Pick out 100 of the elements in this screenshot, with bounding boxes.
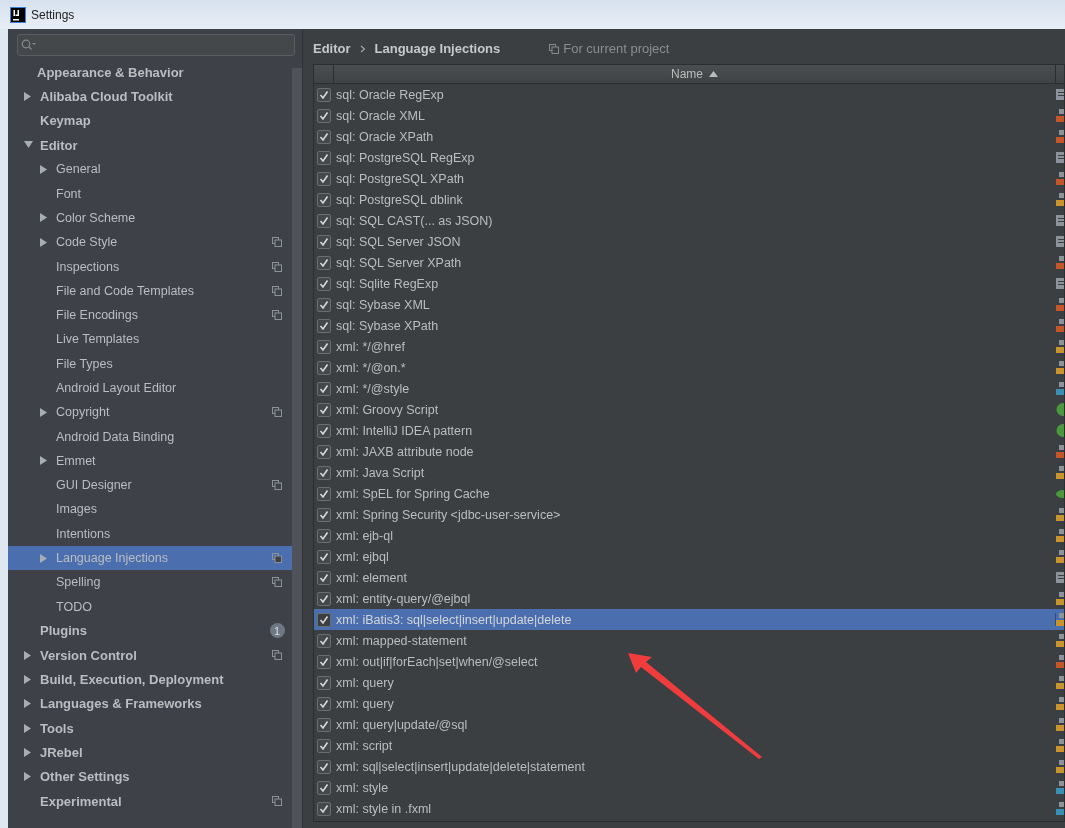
tree-item[interactable]: Keymap	[8, 108, 292, 133]
checkbox[interactable]	[316, 486, 331, 501]
checkbox[interactable]	[316, 213, 331, 228]
table-row[interactable]: sql: SQL Server XPath	[314, 252, 1064, 273]
checkbox[interactable]	[316, 297, 331, 312]
tree-item[interactable]: Spelling	[8, 570, 292, 595]
checkbox[interactable]	[316, 738, 331, 753]
tree-item[interactable]: Languages & Frameworks	[8, 691, 292, 716]
collapsed-arrow-icon[interactable]	[24, 699, 32, 709]
tree-item[interactable]: Plugins 1	[8, 618, 292, 644]
table-row[interactable]: sql: PostgreSQL RegExp	[314, 147, 1064, 168]
checkbox[interactable]	[316, 570, 331, 585]
checkbox[interactable]	[316, 339, 331, 354]
checkbox[interactable]	[316, 528, 331, 543]
table-row[interactable]: xml: IntelliJ IDEA pattern	[314, 420, 1064, 441]
tree-item[interactable]: Alibaba Cloud Toolkit	[8, 84, 292, 109]
tree-item[interactable]: File Encodings	[8, 302, 292, 328]
table-row[interactable]: xml: mapped-statement	[314, 630, 1064, 651]
collapsed-arrow-icon[interactable]	[24, 772, 32, 782]
tree-item[interactable]: Other Settings	[8, 764, 292, 789]
collapsed-arrow-icon[interactable]	[40, 164, 48, 174]
table-row[interactable]: sql: PostgreSQL dblink	[314, 189, 1064, 210]
tree-item[interactable]: JRebel	[8, 740, 292, 765]
checkbox[interactable]	[316, 759, 331, 774]
tree-item[interactable]: Editor	[8, 132, 292, 158]
checkbox[interactable]	[316, 675, 331, 690]
checkbox[interactable]	[316, 801, 331, 816]
tree-item[interactable]: Copyright	[8, 400, 292, 425]
collapsed-arrow-icon[interactable]	[40, 407, 48, 417]
checkbox[interactable]	[316, 360, 331, 375]
table-row[interactable]: xml: sql|select|insert|update|delete|statement	[314, 756, 1064, 777]
checkbox[interactable]	[316, 150, 331, 165]
checkbox[interactable]	[316, 276, 331, 291]
checkbox[interactable]	[316, 717, 331, 732]
table-row[interactable]: xml: ejb-ql	[314, 525, 1064, 546]
table-row[interactable]: xml: Groovy Script	[314, 399, 1064, 420]
tree-item[interactable]: Images	[8, 497, 292, 522]
tree-item[interactable]: Android Data Binding	[8, 424, 292, 449]
table-row[interactable]: sql: Oracle XPath	[314, 126, 1064, 147]
table-row[interactable]: sql: SQL CAST(... as JSON)	[314, 210, 1064, 231]
checkbox[interactable]	[316, 171, 331, 186]
checkbox[interactable]	[316, 780, 331, 795]
table-row[interactable]: xml: entity-query/@ejbql	[314, 588, 1064, 609]
table-row[interactable]: xml: iBatis3: sql|select|insert|update|delete	[314, 609, 1064, 630]
table-row[interactable]: xml: */@href	[314, 336, 1064, 357]
table-row[interactable]: sql: PostgreSQL XPath	[314, 168, 1064, 189]
collapsed-arrow-icon[interactable]	[24, 650, 32, 660]
tree-item[interactable]: GUI Designer	[8, 473, 292, 498]
checkbox[interactable]	[316, 591, 331, 606]
collapsed-arrow-icon[interactable]	[24, 91, 32, 101]
table-row[interactable]: xml: */@style	[314, 378, 1064, 399]
table-row[interactable]: sql: Oracle XML	[314, 105, 1064, 126]
checkbox[interactable]	[316, 444, 331, 459]
tree-item[interactable]: File Types	[8, 351, 292, 376]
checkbox[interactable]	[316, 192, 331, 207]
checkbox[interactable]	[316, 402, 331, 417]
tree-item[interactable]: Color Scheme	[8, 205, 292, 231]
checkbox[interactable]	[316, 129, 331, 144]
table-row[interactable]: xml: style in .fxml	[314, 798, 1064, 819]
checkbox[interactable]	[316, 654, 331, 669]
tree-item[interactable]: Live Templates	[8, 327, 292, 352]
checkbox[interactable]	[316, 549, 331, 564]
tree-item[interactable]: General	[8, 157, 292, 182]
collapsed-arrow-icon[interactable]	[40, 237, 48, 247]
checkbox[interactable]	[316, 381, 331, 396]
checkbox[interactable]	[316, 108, 331, 123]
collapsed-arrow-icon[interactable]	[40, 213, 48, 223]
scrollbar[interactable]	[292, 68, 302, 828]
table-row[interactable]: sql: Oracle RegExp	[314, 84, 1064, 105]
tree-item[interactable]: Android Layout Editor	[8, 375, 292, 401]
table-row[interactable]: xml: */@on.*	[314, 357, 1064, 378]
checkbox[interactable]	[316, 696, 331, 711]
collapsed-arrow-icon[interactable]	[40, 456, 48, 466]
checkbox[interactable]	[316, 318, 331, 333]
table-row[interactable]: xml: Spring Security <jdbc-user-service>	[314, 504, 1064, 525]
checkbox[interactable]	[316, 423, 331, 438]
tree-item[interactable]: Intentions	[8, 521, 292, 546]
collapsed-arrow-icon[interactable]	[24, 675, 32, 685]
tree-item[interactable]: TODO	[8, 594, 292, 619]
checkbox[interactable]	[316, 87, 331, 102]
checkbox[interactable]	[316, 633, 331, 648]
tree-item[interactable]: Inspections	[8, 254, 292, 279]
table-row[interactable]: xml: SpEL for Spring Cache	[314, 483, 1064, 504]
checkbox[interactable]	[316, 234, 331, 249]
table-row[interactable]: xml: JAXB attribute node	[314, 441, 1064, 462]
checkbox[interactable]	[316, 507, 331, 522]
checkbox[interactable]	[316, 465, 331, 480]
table-row[interactable]: xml: style	[314, 777, 1064, 798]
table-row[interactable]: xml: element	[314, 567, 1064, 588]
tree-item[interactable]: Version Control	[8, 643, 292, 668]
checkbox[interactable]	[316, 255, 331, 270]
breadcrumb-item[interactable]: Editor	[313, 41, 351, 56]
table-row[interactable]: sql: Sybase XML	[314, 294, 1064, 315]
collapsed-arrow-icon[interactable]	[24, 723, 32, 733]
collapsed-arrow-icon[interactable]	[24, 747, 32, 757]
tree-item[interactable]: Experimental	[8, 788, 292, 814]
tree-item[interactable]: Emmet	[8, 448, 292, 474]
search-field[interactable]	[17, 34, 295, 56]
tree-item[interactable]: Code Style	[8, 230, 292, 255]
tree-item[interactable]: File and Code Templates	[8, 278, 292, 303]
